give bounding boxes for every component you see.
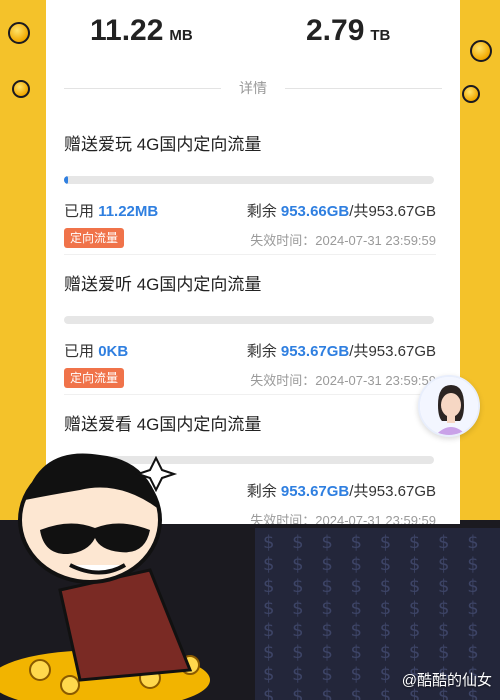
total-remaining-value: 2.79 [306, 14, 365, 47]
remain-value: 953.66GB [280, 203, 350, 220]
assistant-avatar-icon[interactable] [418, 375, 480, 437]
remain-value: 953.67GB [280, 343, 350, 360]
total-prefix: /共 [349, 203, 369, 220]
total-used-value: 11.22 [90, 14, 164, 47]
package-separator [64, 254, 436, 255]
total-remaining-unit: TB [370, 27, 391, 44]
used-value: 11.22MB [98, 203, 159, 220]
watermark-text: @酷酷的仙女 [401, 672, 492, 689]
coin-icon [8, 22, 30, 44]
remain-label: 剩余 [246, 343, 277, 360]
divider-line [285, 87, 442, 89]
used-amount: 已用 0KB [64, 340, 128, 361]
mascot-sunglasses-icon [0, 453, 210, 700]
total-used-unit: MB [169, 27, 193, 44]
coin-icon [470, 40, 492, 62]
directed-traffic-tag: 定向流量 [64, 228, 125, 248]
total-value: 953.67GB [368, 203, 436, 220]
package-item[interactable]: 赠送爱玩 4G国内定向流量 已用 11.22MB 剩余 953.66GB/共95… [64, 130, 436, 250]
used-label: 已用 [64, 343, 95, 360]
details-label: 详情 [239, 80, 267, 96]
assistant-avatar-graphic [420, 377, 478, 435]
total-used: 11.22 MB [90, 14, 193, 48]
usage-progress-bar [64, 316, 434, 324]
usage-progress-bar [64, 176, 434, 184]
package-name: 赠送爱玩 4G国内定向流量 [64, 135, 262, 154]
usage-row: 已用 11.22MB 剩余 953.66GB/共953.67GB [64, 200, 436, 224]
total-value: 953.67GB [368, 343, 436, 360]
total-remaining: 2.79 TB [306, 14, 390, 48]
expire-time: 失效时间：2024-07-31 23:59:59 [250, 373, 436, 388]
details-divider: 详情 [64, 78, 442, 98]
coin-icon [12, 80, 30, 98]
used-amount: 已用 11.22MB [64, 200, 158, 221]
total-prefix: /共 [349, 343, 369, 360]
total-value: 953.67GB [368, 483, 436, 500]
divider-line [64, 87, 221, 89]
expire-time: 失效时间：2024-07-31 23:59:59 [250, 233, 436, 248]
usage-progress-fill [64, 176, 69, 184]
remaining-amount: 剩余 953.67GB/共953.67GB [247, 340, 436, 361]
package-item[interactable]: 赠送爱听 4G国内定向流量 已用 0KB 剩余 953.67GB/共953.67… [64, 270, 436, 390]
used-value: 0KB [98, 343, 129, 360]
remaining-amount: 剩余 953.66GB/共953.67GB [247, 200, 436, 221]
expire-time: 失效时间：2024-07-31 23:59:59 [250, 513, 436, 524]
totals-row: 11.22 MB 2.79 TB [46, 14, 460, 54]
usage-row: 已用 0KB 剩余 953.67GB/共953.67GB [64, 340, 436, 364]
remaining-amount: 剩余 953.67GB/共953.67GB [247, 480, 436, 501]
directed-traffic-tag: 定向流量 [64, 368, 125, 388]
package-separator [64, 394, 436, 395]
total-prefix: /共 [349, 483, 369, 500]
coin-icon [462, 85, 480, 103]
used-label: 已用 [64, 203, 95, 220]
remain-label: 剩余 [246, 203, 277, 220]
package-name: 赠送爱听 4G国内定向流量 [64, 275, 262, 294]
package-name: 赠送爱看 4G国内定向流量 [64, 415, 262, 434]
remain-value: 953.67GB [280, 483, 350, 500]
